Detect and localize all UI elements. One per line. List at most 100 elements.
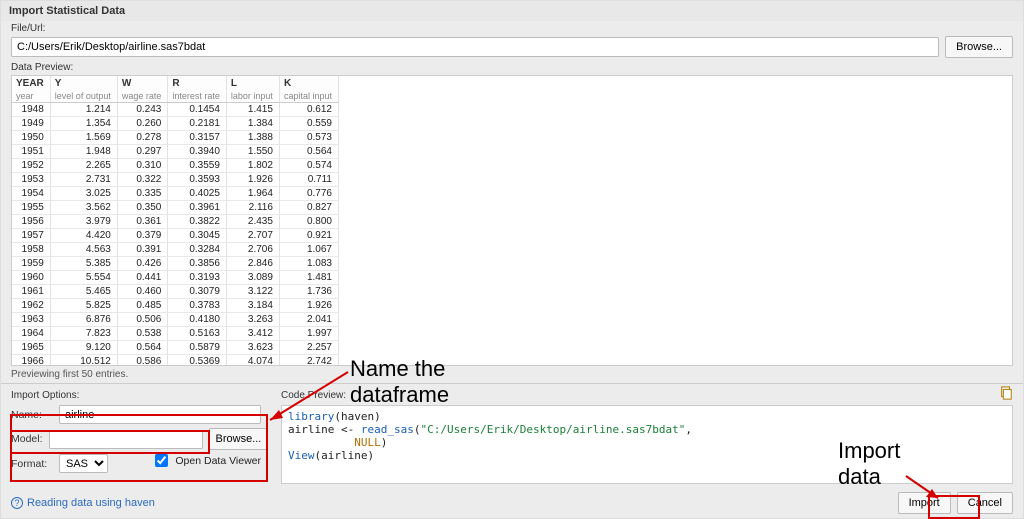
table-cell: 2.742 [279, 355, 338, 366]
format-select[interactable]: SAS [59, 454, 108, 473]
table-row[interactable]: 19481.2140.2430.14541.4150.612 [12, 103, 338, 117]
table-cell: 1950 [12, 131, 50, 145]
table-cell: 0.335 [117, 187, 168, 201]
cancel-button[interactable]: Cancel [957, 492, 1013, 514]
table-row[interactable]: 19584.5630.3910.32842.7061.067 [12, 243, 338, 257]
table-cell: 3.979 [50, 215, 117, 229]
table-cell: 1964 [12, 327, 50, 341]
table-cell: 0.538 [117, 327, 168, 341]
table-cell: 2.846 [226, 257, 279, 271]
table-cell: 0.3157 [168, 131, 227, 145]
table-row[interactable]: 19563.9790.3610.38222.4350.800 [12, 215, 338, 229]
open-data-viewer-checkbox[interactable] [155, 454, 168, 467]
table-cell: 0.361 [117, 215, 168, 229]
table-cell: 1.388 [226, 131, 279, 145]
table-cell: 1.802 [226, 159, 279, 173]
col-subheader: interest rate [168, 89, 227, 102]
file-url-input[interactable] [11, 37, 939, 57]
table-cell: 0.426 [117, 257, 168, 271]
table-cell: 2.116 [226, 201, 279, 215]
help-link[interactable]: Reading data using haven [27, 497, 155, 509]
table-cell: 1962 [12, 299, 50, 313]
table-cell: 0.5879 [168, 341, 227, 355]
table-cell: 1.083 [279, 257, 338, 271]
table-cell: 1956 [12, 215, 50, 229]
table-cell: 3.412 [226, 327, 279, 341]
col-header: L [226, 76, 279, 89]
table-row[interactable]: 19532.7310.3220.35931.9260.711 [12, 173, 338, 187]
table-cell: 3.562 [50, 201, 117, 215]
table-cell: 2.041 [279, 313, 338, 327]
code-preview-label: Code Preview: [281, 388, 1013, 405]
data-table: YEARYWRLK yearlevel of outputwage ratein… [12, 76, 339, 366]
browse-file-button[interactable]: Browse... [945, 36, 1013, 58]
table-cell: 0.3856 [168, 257, 227, 271]
col-subheader: labor input [226, 89, 279, 102]
table-row[interactable]: 196610.5120.5860.53694.0742.742 [12, 355, 338, 366]
table-row[interactable]: 19574.4200.3790.30452.7070.921 [12, 229, 338, 243]
table-cell: 1952 [12, 159, 50, 173]
table-cell: 7.823 [50, 327, 117, 341]
table-row[interactable]: 19647.8230.5380.51633.4121.997 [12, 327, 338, 341]
table-cell: 0.3045 [168, 229, 227, 243]
table-cell: 0.564 [279, 145, 338, 159]
table-cell: 0.3961 [168, 201, 227, 215]
data-preview-panel[interactable]: YEARYWRLK yearlevel of outputwage ratein… [11, 75, 1013, 366]
table-cell: 1.384 [226, 117, 279, 131]
table-cell: 0.3822 [168, 215, 227, 229]
table-row[interactable]: 19625.8250.4850.37833.1841.926 [12, 299, 338, 313]
table-row[interactable]: 19659.1200.5640.58793.6232.257 [12, 341, 338, 355]
table-cell: 0.574 [279, 159, 338, 173]
table-cell: 1948 [12, 103, 50, 117]
table-cell: 1966 [12, 355, 50, 366]
table-cell: 1.415 [226, 103, 279, 117]
model-browse-button[interactable]: Browse... [209, 428, 269, 450]
col-subheader: wage rate [117, 89, 168, 102]
table-row[interactable]: 19543.0250.3350.40251.9640.776 [12, 187, 338, 201]
import-button[interactable]: Import [898, 492, 951, 514]
table-cell: 0.800 [279, 215, 338, 229]
table-cell: 0.243 [117, 103, 168, 117]
table-cell: 3.623 [226, 341, 279, 355]
table-cell: 4.074 [226, 355, 279, 366]
model-input[interactable] [49, 430, 203, 449]
data-preview-label: Data Preview: [1, 60, 1023, 73]
table-cell: 1.354 [50, 117, 117, 131]
table-cell: 0.460 [117, 285, 168, 299]
table-cell: 0.3284 [168, 243, 227, 257]
copy-code-icon[interactable] [999, 386, 1013, 400]
col-subheader: level of output [50, 89, 117, 102]
table-cell: 0.3783 [168, 299, 227, 313]
table-cell: 0.3940 [168, 145, 227, 159]
table-cell: 1959 [12, 257, 50, 271]
table-cell: 1960 [12, 271, 50, 285]
table-row[interactable]: 19615.4650.4600.30793.1221.736 [12, 285, 338, 299]
table-row[interactable]: 19595.3850.4260.38562.8461.083 [12, 257, 338, 271]
table-cell: 0.1454 [168, 103, 227, 117]
table-cell: 0.4180 [168, 313, 227, 327]
table-cell: 0.3559 [168, 159, 227, 173]
table-cell: 2.707 [226, 229, 279, 243]
table-cell: 2.257 [279, 341, 338, 355]
table-row[interactable]: 19511.9480.2970.39401.5500.564 [12, 145, 338, 159]
table-row[interactable]: 19491.3540.2600.21811.3840.559 [12, 117, 338, 131]
table-cell: 5.385 [50, 257, 117, 271]
table-cell: 0.441 [117, 271, 168, 285]
table-cell: 0.260 [117, 117, 168, 131]
table-cell: 1.569 [50, 131, 117, 145]
code-preview-box[interactable]: library(haven) airline <- read_sas("C:/U… [281, 405, 1013, 484]
table-row[interactable]: 19553.5620.3500.39612.1160.827 [12, 201, 338, 215]
table-cell: 3.122 [226, 285, 279, 299]
table-row[interactable]: 19636.8760.5060.41803.2632.041 [12, 313, 338, 327]
name-input[interactable] [59, 405, 261, 424]
table-row[interactable]: 19522.2650.3100.35591.8020.574 [12, 159, 338, 173]
table-cell: 2.706 [226, 243, 279, 257]
help-icon[interactable]: ? [11, 497, 23, 509]
table-cell: 4.420 [50, 229, 117, 243]
table-cell: 5.465 [50, 285, 117, 299]
table-cell: 1.948 [50, 145, 117, 159]
table-cell: 0.573 [279, 131, 338, 145]
table-row[interactable]: 19605.5540.4410.31933.0891.481 [12, 271, 338, 285]
table-row[interactable]: 19501.5690.2780.31571.3880.573 [12, 131, 338, 145]
table-cell: 3.263 [226, 313, 279, 327]
